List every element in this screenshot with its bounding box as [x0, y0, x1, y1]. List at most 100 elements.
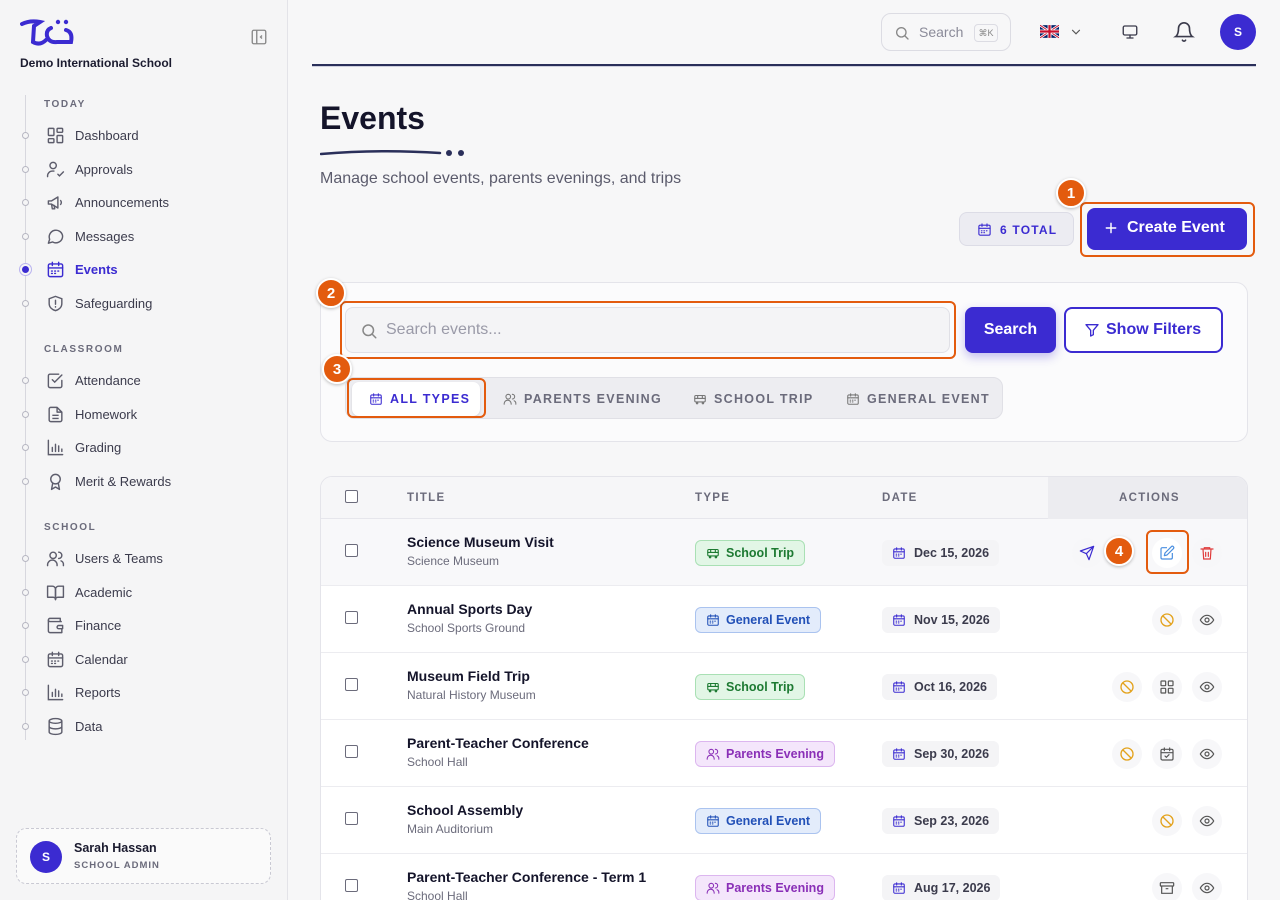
chevron-down-icon[interactable]: [1069, 25, 1083, 39]
table-row[interactable]: Parent-Teacher Conference School Hall Pa…: [321, 720, 1247, 787]
show-filters-label: Show Filters: [1106, 321, 1202, 338]
tab-parents-evening[interactable]: PARENTS EVENING: [496, 382, 671, 416]
view-button[interactable]: [1192, 806, 1222, 836]
filter-icon: [1084, 322, 1100, 338]
archive-icon: [1159, 880, 1175, 896]
sidebar-item-dashboard[interactable]: Dashboard: [0, 120, 288, 150]
collapse-sidebar-icon[interactable]: [250, 28, 268, 46]
sidebar: Demo International School TODAY Dashboar…: [0, 0, 288, 900]
event-location: Natural History Museum: [407, 688, 536, 702]
row-checkbox[interactable]: [345, 879, 358, 892]
uk-flag-icon[interactable]: [1040, 25, 1059, 38]
table-row[interactable]: Museum Field Trip Natural History Museum…: [321, 653, 1247, 720]
global-search[interactable]: Search ⌘K: [881, 13, 1011, 51]
calendar-icon: [706, 814, 720, 828]
sidebar-item-finance[interactable]: Finance: [0, 610, 288, 640]
step-marker-4: 4: [1104, 536, 1134, 566]
select-all-checkbox[interactable]: [345, 490, 358, 503]
sidebar-item-calendar[interactable]: Calendar: [0, 644, 288, 674]
nav-dot: [22, 299, 29, 307]
nav-dot: [22, 165, 29, 173]
message-icon: [46, 227, 65, 246]
send-button[interactable]: [1072, 538, 1102, 568]
delete-button[interactable]: [1192, 538, 1222, 568]
row-checkbox[interactable]: [345, 745, 358, 758]
ban-icon: [1119, 679, 1135, 695]
row-checkbox[interactable]: [345, 611, 358, 624]
nav-dot: [22, 232, 29, 240]
tab-all-types[interactable]: ALL TYPES: [352, 382, 480, 416]
bookings-button[interactable]: [1152, 739, 1182, 769]
sidebar-item-label: Academic: [75, 584, 133, 600]
event-search-input[interactable]: [386, 308, 936, 352]
sidebar-item-reports[interactable]: Reports: [0, 677, 288, 707]
table-row[interactable]: School Assembly Main Auditorium General …: [321, 787, 1247, 854]
archive-button[interactable]: [1152, 873, 1182, 900]
view-button[interactable]: [1192, 873, 1222, 900]
column-header-actions: ACTIONS: [1119, 492, 1180, 504]
sidebar-item-approvals[interactable]: Approvals: [0, 154, 288, 184]
sidebar-item-homework[interactable]: Homework: [0, 399, 288, 429]
monitor-icon[interactable]: [1121, 23, 1139, 41]
sidebar-item-grading[interactable]: Grading: [0, 432, 288, 462]
sidebar-item-safeguarding[interactable]: Safeguarding: [0, 288, 288, 318]
edit-button[interactable]: [1152, 538, 1182, 568]
view-button[interactable]: [1192, 739, 1222, 769]
nav-dot: [22, 655, 29, 663]
nav-dot-active: [22, 265, 29, 273]
bus-icon: [693, 392, 707, 406]
school-logo: [20, 19, 74, 46]
cancel-event-button[interactable]: [1112, 672, 1142, 702]
manage-button[interactable]: [1152, 672, 1182, 702]
sidebar-item-events[interactable]: Events: [0, 254, 288, 284]
cancel-event-button[interactable]: [1112, 739, 1142, 769]
sidebar-item-academic[interactable]: Academic: [0, 577, 288, 607]
event-date: Oct 16, 2026: [914, 680, 987, 694]
view-button[interactable]: [1192, 605, 1222, 635]
sidebar-item-merit-rewards[interactable]: Merit & Rewards: [0, 466, 288, 496]
megaphone-icon: [46, 193, 65, 212]
tab-general-event[interactable]: GENERAL EVENT: [839, 382, 999, 416]
sidebar-item-announcements[interactable]: Announcements: [0, 187, 288, 217]
tab-label: SCHOOL TRIP: [714, 392, 814, 406]
sidebar-item-attendance[interactable]: Attendance: [0, 365, 288, 395]
event-location: Science Museum: [407, 554, 500, 568]
row-checkbox[interactable]: [345, 678, 358, 691]
wallet-icon: [46, 616, 65, 635]
checkbox-icon: [46, 371, 65, 390]
sidebar-item-data[interactable]: Data: [0, 711, 288, 741]
bus-icon: [706, 546, 720, 560]
type-badge-label: School Trip: [726, 680, 795, 694]
table-row[interactable]: Annual Sports Day School Sports Ground G…: [321, 586, 1247, 653]
search-button[interactable]: Search: [965, 307, 1056, 353]
bell-icon[interactable]: [1173, 21, 1195, 43]
title-underline: [320, 149, 464, 156]
create-event-button[interactable]: Create Event: [1087, 208, 1247, 250]
sidebar-item-users-teams[interactable]: Users & Teams: [0, 543, 288, 573]
row-checkbox[interactable]: [345, 812, 358, 825]
user-profile-card[interactable]: S Sarah Hassan SCHOOL ADMIN: [16, 828, 271, 884]
total-count-badge: 6 TOTAL: [959, 212, 1074, 246]
table-row[interactable]: Parent-Teacher Conference - Term 1 Schoo…: [321, 854, 1247, 900]
tab-school-trip[interactable]: SCHOOL TRIP: [686, 382, 826, 416]
event-search-field[interactable]: [345, 307, 950, 353]
sidebar-item-messages[interactable]: Messages: [0, 221, 288, 251]
section-title-classroom: CLASSROOM: [44, 344, 124, 355]
bar-chart-icon: [46, 683, 65, 702]
nav-dot: [22, 688, 29, 696]
cancel-event-button[interactable]: [1152, 605, 1182, 635]
book-icon: [46, 583, 65, 602]
section-title-school: SCHOOL: [44, 522, 97, 533]
event-location: School Hall: [407, 755, 468, 769]
event-title: Parent-Teacher Conference: [407, 735, 589, 751]
column-header-date: DATE: [882, 492, 918, 504]
calendar-icon: [892, 613, 906, 627]
calendar-check-icon: [1159, 746, 1175, 762]
date-pill: Sep 23, 2026: [882, 808, 1000, 834]
cancel-event-button[interactable]: [1152, 806, 1182, 836]
view-button[interactable]: [1192, 672, 1222, 702]
user-avatar[interactable]: S: [1220, 14, 1256, 50]
row-checkbox[interactable]: [345, 544, 358, 557]
show-filters-button[interactable]: Show Filters: [1064, 307, 1223, 353]
page-subtitle: Manage school events, parents evenings, …: [320, 170, 682, 187]
